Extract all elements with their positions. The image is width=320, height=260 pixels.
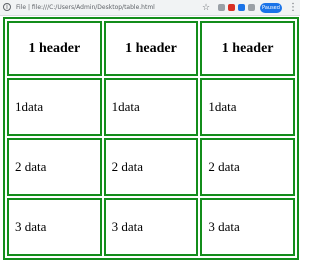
extension-icon[interactable] xyxy=(218,4,225,11)
table-row: 2 data 2 data 2 data xyxy=(7,138,295,196)
table-cell: 3 data xyxy=(7,198,102,256)
table-cell: 1data xyxy=(103,78,199,136)
browser-toolbar: i File | file:///C:/Users/Admin/Desktop/… xyxy=(0,0,300,16)
table-cell: 1data xyxy=(200,78,295,136)
table-cell: 2 data xyxy=(200,138,295,196)
table-cell: 2 data xyxy=(7,138,102,196)
table-cell: 3 data xyxy=(103,198,199,256)
bookmark-star-icon[interactable]: ☆ xyxy=(202,2,210,14)
profile-button[interactable]: Paused xyxy=(260,3,282,13)
data-table-container: 1 header 1 header 1 header 1data 1data 1… xyxy=(3,17,299,260)
table-row: 3 data 3 data 3 data xyxy=(7,198,295,256)
extension-icon[interactable] xyxy=(238,4,245,11)
extension-icon[interactable] xyxy=(248,4,255,11)
header-row: 1 header 1 header 1 header xyxy=(7,21,295,76)
menu-icon[interactable]: ⋮ xyxy=(288,2,298,14)
header-cell: 1 header xyxy=(200,21,295,76)
table-cell: 1data xyxy=(7,78,102,136)
data-table: 1 header 1 header 1 header 1data 1data 1… xyxy=(3,17,299,260)
table-cell: 2 data xyxy=(103,138,199,196)
table-row: 1data 1data 1data xyxy=(7,78,295,136)
extension-icon[interactable] xyxy=(228,4,235,11)
address-bar[interactable]: File | file:///C:/Users/Admin/Desktop/ta… xyxy=(16,3,196,13)
table-cell: 3 data xyxy=(200,198,295,256)
info-icon[interactable]: i xyxy=(3,3,11,11)
header-cell: 1 header xyxy=(7,21,102,76)
header-cell: 1 header xyxy=(103,21,199,76)
